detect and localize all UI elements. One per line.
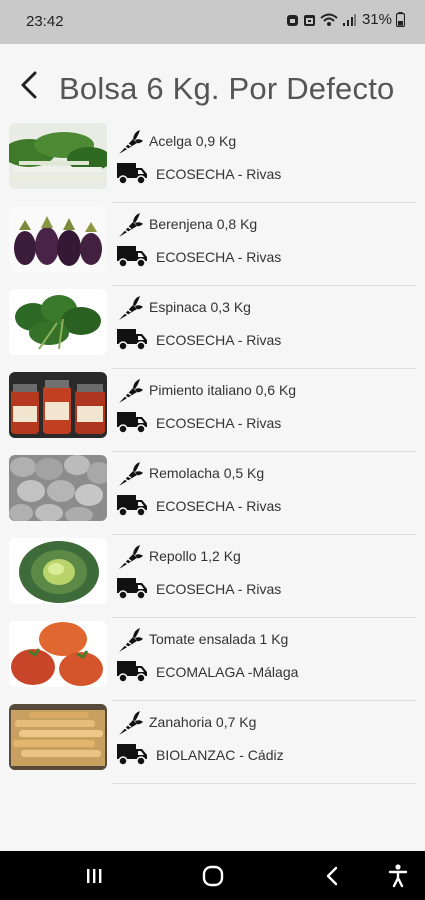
carrot-icon (119, 296, 143, 320)
wifi-icon (320, 13, 338, 26)
product-name: Acelga 0,9 Kg (149, 133, 237, 149)
carrot-icon (119, 379, 143, 403)
product-row[interactable]: Remolacha 0,5 Kg ECOSECHA - Rivas (0, 452, 425, 535)
product-row[interactable]: Repollo 1,2 Kg ECOSECHA - Rivas (0, 535, 425, 618)
supplier-icon-wrap (116, 658, 148, 684)
product-name: Berenjena 0,8 Kg (149, 216, 258, 232)
product-row[interactable]: Acelga 0,9 Kg ECOSECHA - Rivas (0, 120, 425, 203)
product-image (9, 538, 107, 604)
product-icon-wrap (116, 377, 144, 405)
product-name: Zanahoria 0,7 Kg (149, 714, 257, 730)
supplier-icon-wrap (116, 575, 148, 601)
home-icon (202, 865, 224, 886)
recents-icon (87, 868, 102, 883)
back-button[interactable] (12, 68, 46, 102)
back-arrow-icon (21, 71, 37, 99)
home-button[interactable] (183, 851, 243, 900)
app-header: Bolsa 6 Kg. Por Defecto (0, 44, 425, 122)
product-row[interactable]: Zanahoria 0,7 Kg BIOLANZAC - Cádiz (0, 701, 425, 784)
system-nav-bar (0, 851, 425, 900)
truck-icon (117, 329, 147, 351)
calendar-icon (303, 14, 315, 26)
supplier-icon-wrap (116, 243, 148, 269)
product-image (9, 123, 107, 189)
battery-icon (396, 12, 405, 27)
row-divider (112, 783, 416, 784)
status-icons: 31% (286, 11, 405, 28)
supplier-name: ECOSECHA - Rivas (156, 249, 282, 265)
truck-icon (117, 163, 147, 185)
product-row[interactable]: Espinaca 0,3 Kg ECOSECHA - Rivas (0, 286, 425, 369)
carrot-icon (119, 462, 143, 486)
truck-icon (117, 246, 147, 268)
product-icon-wrap (116, 211, 144, 239)
signal-icon (342, 13, 356, 26)
supplier-icon-wrap (116, 160, 148, 186)
carrot-icon (119, 628, 143, 652)
product-icon-wrap (116, 294, 144, 322)
back-icon (326, 866, 338, 885)
carrot-icon (119, 711, 143, 735)
truck-icon (117, 412, 147, 434)
supplier-name: ECOSECHA - Rivas (156, 498, 282, 514)
supplier-icon-wrap (116, 326, 148, 352)
product-image (9, 289, 107, 355)
product-name: Pimiento italiano 0,6 Kg (149, 382, 297, 398)
accessibility-button[interactable] (368, 851, 425, 900)
status-bar: 23:42 31% (0, 0, 425, 44)
alarm-icon (286, 14, 298, 26)
product-icon-wrap (116, 460, 144, 488)
supplier-icon-wrap (116, 409, 148, 435)
product-image (9, 621, 107, 687)
truck-icon (117, 744, 147, 766)
carrot-icon (119, 130, 143, 154)
product-image (9, 206, 107, 272)
product-name: Repollo 1,2 Kg (149, 548, 241, 564)
supplier-name: ECOMALAGA -Málaga (156, 664, 299, 680)
supplier-name: BIOLANZAC - Cádiz (156, 747, 284, 763)
product-image (9, 372, 107, 438)
product-icon-wrap (116, 128, 144, 156)
product-name: Tomate ensalada 1 Kg (149, 631, 289, 647)
supplier-name: ECOSECHA - Rivas (156, 166, 282, 182)
truck-icon (117, 495, 147, 517)
product-name: Remolacha 0,5 Kg (149, 465, 265, 481)
product-row[interactable]: Pimiento italiano 0,6 Kg ECOSECHA - Rivas (0, 369, 425, 452)
battery-percent: 31% (361, 11, 392, 28)
truck-icon (117, 661, 147, 683)
supplier-name: ECOSECHA - Rivas (156, 332, 282, 348)
status-time: 23:42 (26, 13, 64, 30)
product-icon-wrap (116, 626, 144, 654)
nav-back-button[interactable] (302, 851, 362, 900)
recents-button[interactable] (64, 851, 124, 900)
product-image (9, 455, 107, 521)
supplier-icon-wrap (116, 492, 148, 518)
product-name: Espinaca 0,3 Kg (149, 299, 251, 315)
product-row[interactable]: Berenjena 0,8 Kg ECOSECHA - Rivas (0, 203, 425, 286)
product-list: Acelga 0,9 Kg ECOSECHA - Rivas Berenjena 0… (0, 120, 425, 784)
product-icon-wrap (116, 543, 144, 571)
product-image (9, 704, 107, 770)
supplier-name: ECOSECHA - Rivas (156, 415, 282, 431)
product-row[interactable]: Tomate ensalada 1 Kg ECOMALAGA -Málaga (0, 618, 425, 701)
truck-icon (117, 578, 147, 600)
carrot-icon (119, 545, 143, 569)
carrot-icon (119, 213, 143, 237)
supplier-name: ECOSECHA - Rivas (156, 581, 282, 597)
supplier-icon-wrap (116, 741, 148, 767)
accessibility-icon (388, 863, 408, 887)
page-title: Bolsa 6 Kg. Por Defecto (59, 71, 395, 106)
product-icon-wrap (116, 709, 144, 737)
